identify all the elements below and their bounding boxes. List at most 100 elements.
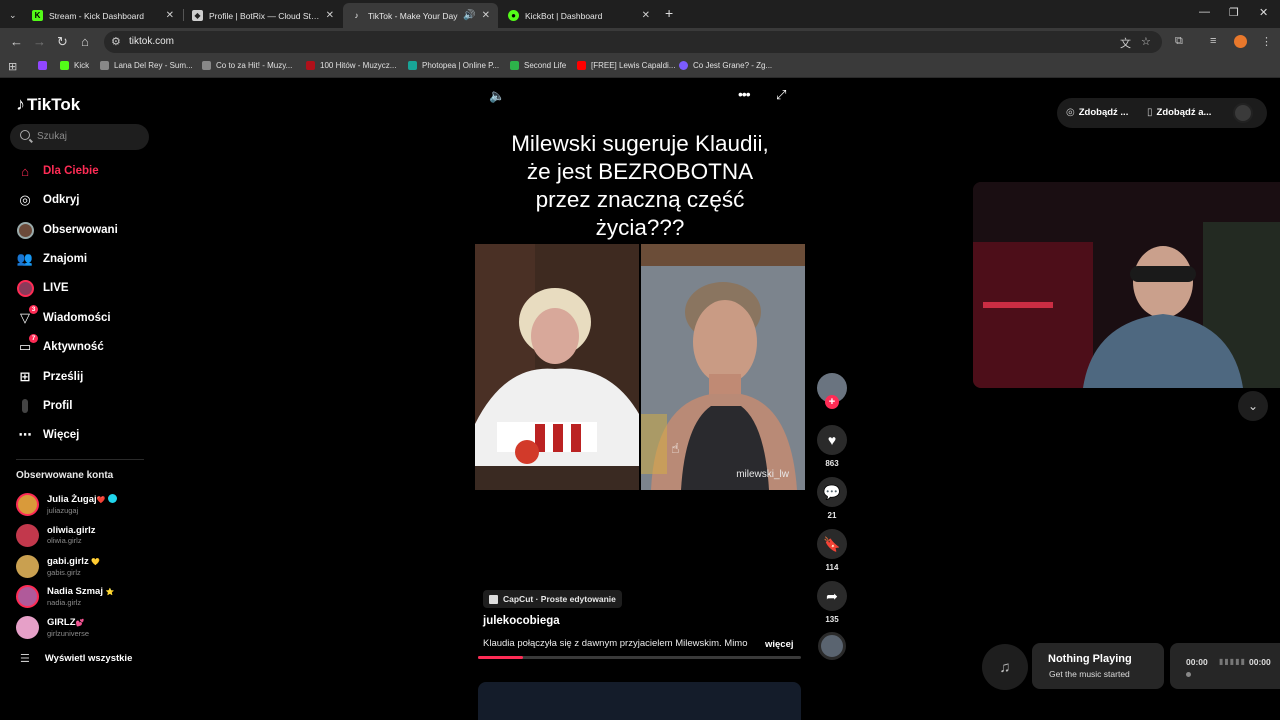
like-button[interactable]: ♥ 863 [812, 425, 852, 468]
tiktok-logo[interactable]: ♪ TikTok [16, 94, 80, 115]
capcut-anchor[interactable]: CapCut · Proste edytowanie [483, 590, 622, 608]
see-all-accounts-button[interactable]: ☰ Wyświetl wszystkie [20, 652, 132, 665]
bookmark-item[interactable]: Co to za Hit! - Muzy... [202, 61, 292, 70]
bookmark-item[interactable]: Co Jest Grane? - Zg... [679, 61, 772, 70]
media-controls-icon[interactable]: ≡ [1210, 35, 1216, 47]
bookmark-twitch[interactable] [38, 61, 52, 70]
creator-avatar-button[interactable]: + [812, 373, 852, 409]
nav-messages[interactable]: ▽ 3 Wiadomości [16, 305, 111, 328]
chevron-down-icon[interactable]: ⌄ [1238, 391, 1268, 421]
nav-for-you[interactable]: ⌂ Dla Ciebie [16, 161, 99, 181]
share-button[interactable]: ➦ 135 [812, 581, 852, 624]
sound-disc-button[interactable] [812, 632, 852, 660]
nav-more[interactable]: ⋯ Więcej [16, 425, 80, 445]
get-coins-button[interactable]: ◎ Zdobądź ... [1066, 107, 1128, 118]
extensions-icon[interactable]: ⧉ [1175, 35, 1183, 48]
progress-fill [478, 656, 524, 659]
bookmark-item[interactable]: 100 Hitów - Muzycz... [306, 61, 396, 70]
now-playing-card[interactable] [1032, 643, 1164, 689]
nav-upload[interactable]: ⊞ Prześlij [16, 367, 84, 387]
bookmark-item[interactable]: Photopea | Online P... [408, 61, 499, 70]
close-icon[interactable]: ✕ [642, 10, 650, 21]
more-options-icon[interactable]: ••• [738, 86, 751, 102]
video-progress-bar[interactable] [478, 656, 801, 659]
nav-explore[interactable]: ◎ Odkryj [16, 190, 79, 210]
site-info-icon[interactable]: ⚙ [111, 35, 121, 48]
close-icon[interactable]: ✕ [326, 10, 334, 21]
save-count: 114 [825, 563, 839, 572]
bookmark-item[interactable]: Second Life [510, 61, 566, 70]
url-text[interactable]: tiktok.com [129, 36, 174, 47]
menu-kebab-icon[interactable]: ⋮ [1261, 35, 1272, 48]
search-input[interactable]: Szukaj [10, 124, 149, 150]
minimize-icon[interactable]: — [1199, 6, 1210, 18]
nav-friends[interactable]: 👥 Znajomi [16, 249, 87, 269]
restore-icon[interactable]: ❐ [1229, 6, 1239, 19]
comment-count: 21 [827, 511, 837, 520]
avatar [16, 615, 39, 639]
followed-account[interactable]: gabi.girlz 💛 gabis.girlz [16, 553, 100, 579]
volume-icon[interactable]: 🔈 [489, 88, 505, 104]
followed-account[interactable]: Nadia Szmaj ⭐ nadia.girlz [16, 583, 114, 609]
nav-live[interactable]: LIVE [16, 278, 69, 298]
reload-icon[interactable]: ↻ [57, 34, 68, 50]
home-button-icon[interactable]: ⌂ [81, 34, 89, 50]
comment-icon: 💬 [817, 477, 847, 507]
compass-icon: ◎ [19, 192, 31, 207]
bookmark-icon: 🔖 [817, 529, 847, 559]
tab-title: Profile | BotRix — Cloud Stream [209, 10, 320, 21]
video-author[interactable]: julekocobiega [483, 615, 560, 627]
kickbot-icon: ● [508, 10, 519, 21]
new-tab-button[interactable]: + [665, 5, 673, 21]
tab-tiktok[interactable]: ♪ TikTok - Make Your Day 🔊 ✕ [343, 3, 498, 28]
share-arrow-icon: ➦ [817, 581, 847, 611]
bookmark-star-icon[interactable]: ☆ [1141, 35, 1151, 48]
tab-botrix-profile[interactable]: ◆ Profile | BotRix — Cloud Stream ✕ [184, 3, 342, 28]
like-count: 863 [825, 459, 839, 468]
activity-icon: ▭ 7 [16, 334, 38, 356]
heart-icon: ♥ [817, 425, 847, 455]
nav-profile[interactable]: Profil [16, 396, 72, 416]
coin-icon: ◎ [1066, 107, 1075, 118]
followed-account[interactable]: oliwia.girlz oliwia.girlz [16, 522, 96, 548]
bookmark-item[interactable]: Kick [60, 61, 89, 70]
window-close-icon[interactable]: ✕ [1259, 6, 1268, 19]
mouse-cursor-icon: ☝ [671, 440, 680, 456]
nav-following[interactable]: Obserwowani [16, 220, 118, 240]
playback-knob[interactable] [1186, 672, 1191, 677]
next-video-preview[interactable] [478, 682, 801, 720]
avatar [16, 492, 39, 516]
capcut-icon [489, 594, 498, 604]
close-icon[interactable]: ✕ [166, 10, 174, 21]
apps-grid-icon[interactable]: ⊞ [8, 60, 17, 73]
address-bar[interactable] [104, 31, 1162, 53]
followed-account[interactable]: Julia Żugaj❤️ juliazugaj [16, 491, 118, 517]
bookmark-item[interactable]: [FREE] Lewis Capaldi... [577, 61, 675, 70]
avatar [16, 523, 39, 547]
forward-arrow-icon[interactable]: → [33, 34, 46, 50]
get-app-button[interactable]: ▯ Zdobądź a... [1147, 107, 1211, 118]
user-avatar[interactable] [1233, 103, 1253, 123]
tab-list-chevron-icon[interactable]: ⌄ [9, 7, 17, 23]
upload-icon: ⊞ [19, 369, 31, 384]
close-icon[interactable]: ✕ [482, 10, 490, 21]
list-icon: ☰ [20, 653, 30, 665]
speaker-icon[interactable]: 🔊 [463, 10, 475, 21]
back-arrow-icon[interactable]: ← [10, 34, 23, 50]
save-button[interactable]: 🔖 114 [812, 529, 852, 572]
profile-avatar-icon[interactable] [1234, 35, 1247, 48]
tab-kick-dashboard[interactable]: K Stream - Kick Dashboard ✕ [24, 3, 182, 28]
tab-kickbot-dashboard[interactable]: ● KickBot | Dashboard ✕ [500, 3, 658, 28]
follow-plus-icon[interactable]: + [825, 395, 839, 409]
screen: { "browser": { "tabs": [ {"title": "Stre… [0, 0, 1280, 720]
nav-activity[interactable]: ▭ 7 Aktywność [16, 334, 104, 357]
music-note-icon[interactable]: ♫ [982, 644, 1028, 690]
translate-icon[interactable]: 文 [1120, 35, 1131, 51]
fullscreen-icon[interactable]: ⤢ [776, 87, 786, 103]
globe-icon [202, 61, 211, 70]
more-description-button[interactable]: więcej [765, 639, 794, 650]
comment-button[interactable]: 💬 21 [812, 477, 852, 520]
bookmark-item[interactable]: Lana Del Rey - Sum... [100, 61, 193, 70]
followed-account[interactable]: GIRLZ💕 girlzuniverse [16, 614, 89, 640]
time-elapsed: 00:00 [1186, 657, 1208, 667]
